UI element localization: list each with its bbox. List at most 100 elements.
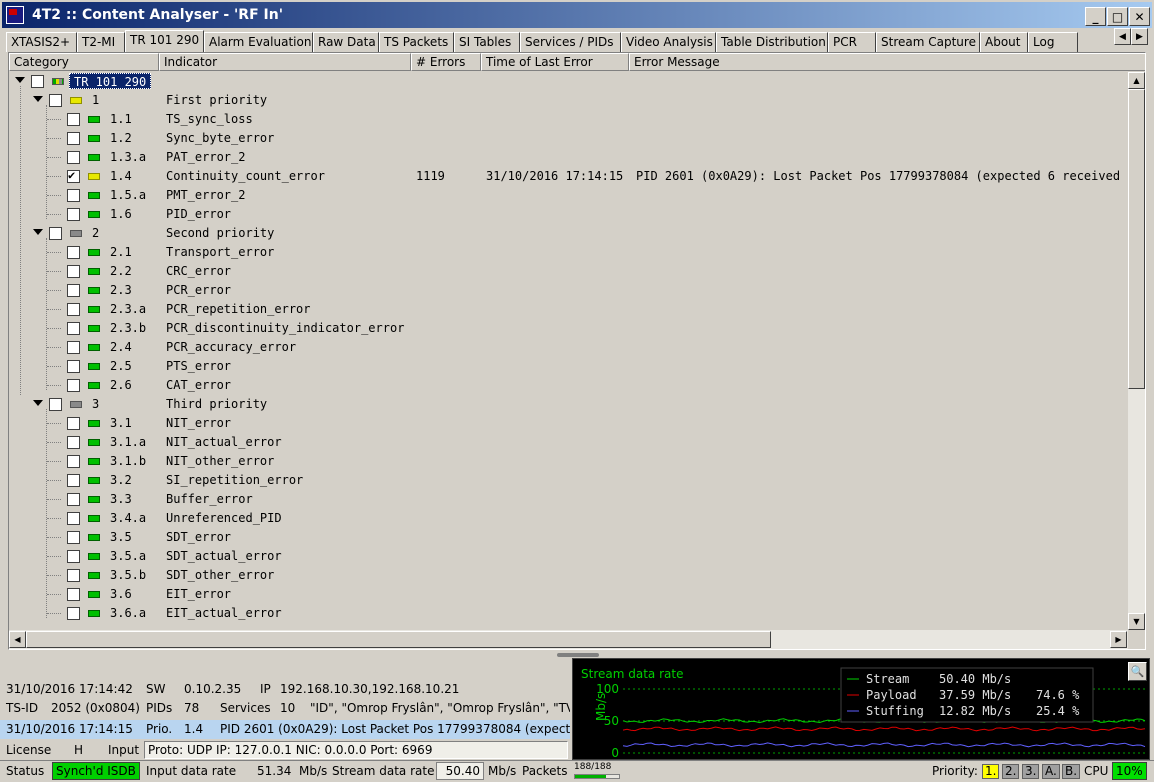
checkbox[interactable]: [67, 113, 80, 126]
scroll-thumb[interactable]: [1128, 89, 1145, 389]
tree-row[interactable]: 2.3.b PCR_discontinuity_indicator_error: [9, 319, 1127, 338]
checkbox[interactable]: [67, 512, 80, 525]
tree-row[interactable]: 1.2 Sync_byte_error: [9, 129, 1127, 148]
checkbox[interactable]: [67, 189, 80, 202]
tab-ts-packets[interactable]: TS Packets: [379, 32, 454, 52]
last-error-line[interactable]: 31/10/2016 17:14:15 Prio. 1.4 PID 2601 (…: [0, 720, 570, 739]
tree-row[interactable]: 1.5.a PMT_error_2: [9, 186, 1127, 205]
chart-zoom-button[interactable]: 🔍: [1128, 662, 1147, 681]
tree-row[interactable]: 2.6 CAT_error: [9, 376, 1127, 395]
checkbox[interactable]: [67, 607, 80, 620]
row-category: 3.1: [110, 416, 132, 430]
tab-services-pids[interactable]: Services / PIDs: [520, 32, 621, 52]
tree-row[interactable]: 3.3 Buffer_error: [9, 490, 1127, 509]
tree-row[interactable]: 3.4.a Unreferenced_PID: [9, 509, 1127, 528]
collapse-icon[interactable]: [33, 229, 43, 235]
tab-table-distribution[interactable]: Table Distribution: [716, 32, 828, 52]
tree-row[interactable]: 3.6.a EIT_actual_error: [9, 604, 1127, 623]
tree-row[interactable]: 2.3 PCR_error: [9, 281, 1127, 300]
checkbox[interactable]: [67, 246, 80, 259]
column-header-last-error[interactable]: Time of Last Error: [481, 53, 629, 71]
checkbox[interactable]: [67, 208, 80, 221]
horizontal-scrollbar[interactable]: ◀ ▶: [9, 630, 1128, 649]
tree-group-row[interactable]: 2 Second priority: [9, 224, 1127, 243]
checkbox[interactable]: [67, 151, 80, 164]
tab-scroll-left-button[interactable]: ◀: [1114, 28, 1131, 45]
checkbox[interactable]: [67, 569, 80, 582]
checkbox[interactable]: [67, 322, 80, 335]
tree-group-row[interactable]: 1 First priority: [9, 91, 1127, 110]
tree-row[interactable]: 3.5 SDT_error: [9, 528, 1127, 547]
tree-row[interactable]: 1.4 Continuity_count_error 1119 31/10/2016 …: [9, 167, 1127, 186]
checkbox[interactable]: [67, 417, 80, 430]
checkbox[interactable]: [67, 436, 80, 449]
column-header-indicator[interactable]: Indicator: [159, 53, 411, 71]
tree-row[interactable]: 3.1 NIT_error: [9, 414, 1127, 433]
vertical-scrollbar[interactable]: ▲ ▼: [1128, 72, 1145, 630]
checkbox[interactable]: [67, 531, 80, 544]
checkbox[interactable]: [49, 398, 62, 411]
collapse-icon[interactable]: [33, 96, 43, 102]
checkbox[interactable]: [67, 550, 80, 563]
tab-video-analysis[interactable]: Video Analysis: [621, 32, 716, 52]
checkbox[interactable]: [67, 493, 80, 506]
checkbox[interactable]: [49, 227, 62, 240]
close-button[interactable]: ✕: [1129, 7, 1150, 26]
checkbox[interactable]: [67, 265, 80, 278]
tab-alarm-evaluation[interactable]: Alarm Evaluation: [204, 32, 313, 52]
tree-row[interactable]: 2.2 CRC_error: [9, 262, 1127, 281]
checkbox[interactable]: [67, 168, 80, 183]
tree-row[interactable]: 2.5 PTS_error: [9, 357, 1127, 376]
tab-pcr[interactable]: PCR: [828, 32, 876, 52]
tree-row[interactable]: 1.3.a PAT_error_2: [9, 148, 1127, 167]
scroll-right-button[interactable]: ▶: [1110, 631, 1127, 648]
tree-root-row[interactable]: TR 101 290: [9, 72, 1127, 91]
tree-row[interactable]: 1.1 TS_sync_loss: [9, 110, 1127, 129]
splitter-grip-icon[interactable]: [557, 653, 599, 657]
checkbox[interactable]: [49, 94, 62, 107]
checkbox[interactable]: [67, 303, 80, 316]
tree-row[interactable]: 2.3.a PCR_repetition_error: [9, 300, 1127, 319]
tree-group-row[interactable]: 3 Third priority: [9, 395, 1127, 414]
tab-about[interactable]: About: [980, 32, 1028, 52]
checkbox[interactable]: [67, 474, 80, 487]
collapse-icon[interactable]: [15, 77, 25, 83]
column-header-category[interactable]: Category: [9, 53, 159, 71]
tree-row[interactable]: 2.1 Transport_error: [9, 243, 1127, 262]
input-field[interactable]: Proto: UDP IP: 127.0.0.1 NIC: 0.0.0.0 Po…: [144, 741, 568, 759]
tab-stream-capture[interactable]: Stream Capture: [876, 32, 980, 52]
priority-a-indicator: A.: [1042, 764, 1060, 779]
maximize-button[interactable]: □: [1107, 7, 1128, 26]
checkbox[interactable]: [67, 379, 80, 392]
column-header-error-message[interactable]: Error Message: [629, 53, 1145, 71]
scroll-up-button[interactable]: ▲: [1128, 72, 1145, 89]
checkbox[interactable]: [67, 360, 80, 373]
column-header-errors[interactable]: # Errors: [411, 53, 481, 71]
scroll-left-button[interactable]: ◀: [9, 631, 26, 648]
scroll-down-button[interactable]: ▼: [1128, 613, 1145, 630]
tree-row[interactable]: 3.1.a NIT_actual_error: [9, 433, 1127, 452]
tree-row[interactable]: 3.6 EIT_error: [9, 585, 1127, 604]
checkbox[interactable]: [67, 588, 80, 601]
minimize-button[interactable]: _: [1085, 7, 1106, 26]
tab-si-tables[interactable]: SI Tables: [454, 32, 520, 52]
tab-t2-mi[interactable]: T2-MI: [77, 32, 125, 52]
tree-row[interactable]: 2.4 PCR_accuracy_error: [9, 338, 1127, 357]
tree-row[interactable]: 1.6 PID_error: [9, 205, 1127, 224]
tree-row[interactable]: 3.1.b NIT_other_error: [9, 452, 1127, 471]
tree-row[interactable]: 3.5.a SDT_actual_error: [9, 547, 1127, 566]
checkbox[interactable]: [67, 132, 80, 145]
checkbox[interactable]: [31, 75, 44, 88]
checkbox[interactable]: [67, 284, 80, 297]
tab-tr-101-290[interactable]: TR 101 290: [125, 30, 204, 52]
tab-log[interactable]: Log: [1028, 32, 1078, 52]
checkbox[interactable]: [67, 341, 80, 354]
tab-scroll-right-button[interactable]: ▶: [1131, 28, 1148, 45]
checkbox[interactable]: [67, 455, 80, 468]
tree-row[interactable]: 3.2 SI_repetition_error: [9, 471, 1127, 490]
tab-raw-data[interactable]: Raw Data: [313, 32, 379, 52]
tab-xtasis2[interactable]: XTASIS2+: [6, 32, 77, 52]
collapse-icon[interactable]: [33, 400, 43, 406]
hscroll-thumb[interactable]: [26, 631, 771, 648]
tree-row[interactable]: 3.5.b SDT_other_error: [9, 566, 1127, 585]
